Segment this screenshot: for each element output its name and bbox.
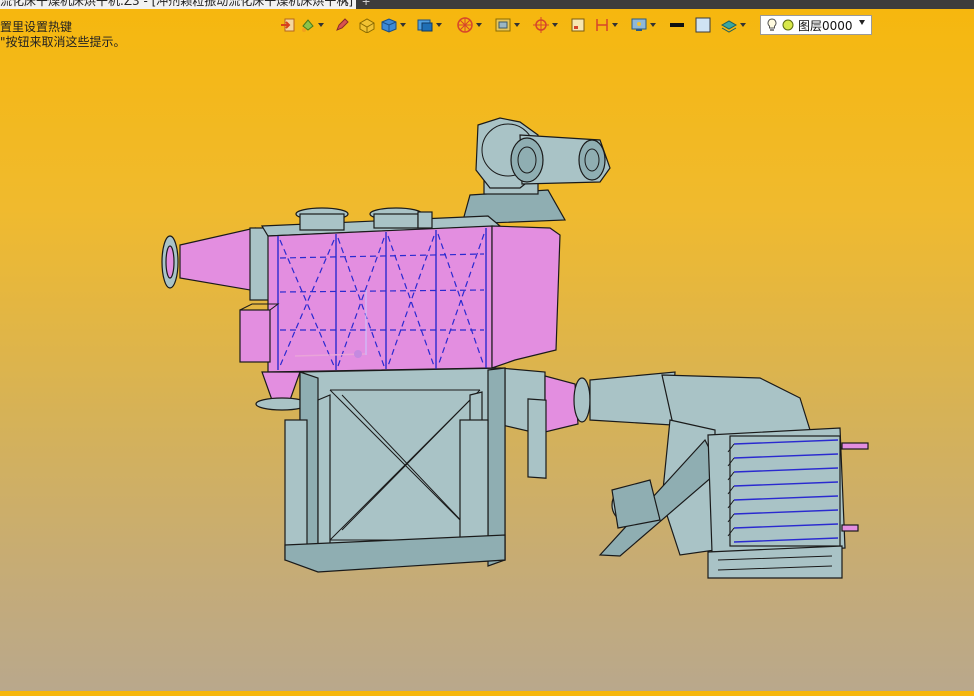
display-icon (631, 18, 647, 31)
top-blower (461, 117, 611, 225)
measure-button[interactable] (594, 14, 618, 36)
chevron-down-icon[interactable] (859, 20, 865, 25)
wheel-icon (457, 17, 473, 33)
line-color-button[interactable] (668, 14, 686, 36)
box-icon (359, 18, 375, 33)
shade-button[interactable] (416, 14, 442, 36)
measure-icon (596, 19, 608, 31)
chevron-down-icon[interactable] (436, 23, 442, 27)
close-icon[interactable]: ✕ (340, 0, 350, 8)
layer-state-icon[interactable] (781, 18, 795, 32)
cube-button[interactable] (380, 14, 406, 36)
exit-icon (281, 18, 295, 32)
chevron-down-icon[interactable] (650, 23, 656, 27)
document-tab-bar: 流化床干燥机床烘干机.Z3 - [冲剂颗粒振动流化床干燥机床烘干机] ✕ + (0, 0, 974, 9)
fill-color-icon (695, 17, 711, 33)
cube-icon (381, 18, 397, 33)
fluid-bed-dryer-model: .g { fill:#a9c3c6; stroke:#1a1a1a; strok… (161, 117, 869, 579)
texture-icon (495, 18, 511, 32)
document-tab[interactable]: 流化床干燥机床烘干机.Z3 - [冲剂颗粒振动流化床干燥机床烘干机] ✕ (0, 0, 356, 9)
layers-button[interactable] (720, 14, 746, 36)
3d-viewport[interactable]: .g { fill:#a9c3c6; stroke:#1a1a1a; strok… (0, 40, 974, 691)
3d-shade-icon (417, 19, 433, 32)
new-tab-icon[interactable]: + (362, 0, 370, 9)
exit-button[interactable] (280, 14, 296, 36)
display-button[interactable] (630, 14, 656, 36)
layer-selector[interactable]: 图层0000 (760, 15, 872, 35)
chevron-down-icon[interactable] (740, 23, 746, 27)
box-button[interactable] (358, 14, 376, 36)
chevron-down-icon[interactable] (318, 23, 324, 27)
chevron-down-icon[interactable] (476, 23, 482, 27)
inlet-cone (161, 227, 271, 301)
paint-bucket-button[interactable] (300, 14, 324, 36)
layer-name: 图层0000 (798, 18, 853, 33)
texture-button[interactable] (494, 14, 520, 36)
support-frame (284, 367, 506, 573)
target-icon (533, 17, 549, 33)
chevron-down-icon[interactable] (400, 23, 406, 27)
document-tab-title: 流化床干燥机床烘干机.Z3 - [冲剂颗粒振动流化床干燥机床烘干机] (0, 0, 353, 8)
paint-bucket-icon (302, 19, 314, 32)
pen-button[interactable] (334, 14, 350, 36)
fill-color-button[interactable] (694, 14, 712, 36)
chevron-down-icon[interactable] (552, 23, 558, 27)
chevron-down-icon[interactable] (612, 23, 618, 27)
rect-select-icon (571, 18, 585, 32)
rect-select-button[interactable] (570, 14, 586, 36)
air-heater (707, 427, 869, 579)
view-toolbar (280, 14, 750, 36)
target-button[interactable] (532, 14, 558, 36)
wheel-button[interactable] (456, 14, 482, 36)
pen-icon (336, 18, 349, 31)
chevron-down-icon[interactable] (514, 23, 520, 27)
line-color-icon (670, 23, 684, 27)
layers-icon (720, 20, 738, 33)
lightbulb-icon[interactable] (765, 17, 779, 33)
